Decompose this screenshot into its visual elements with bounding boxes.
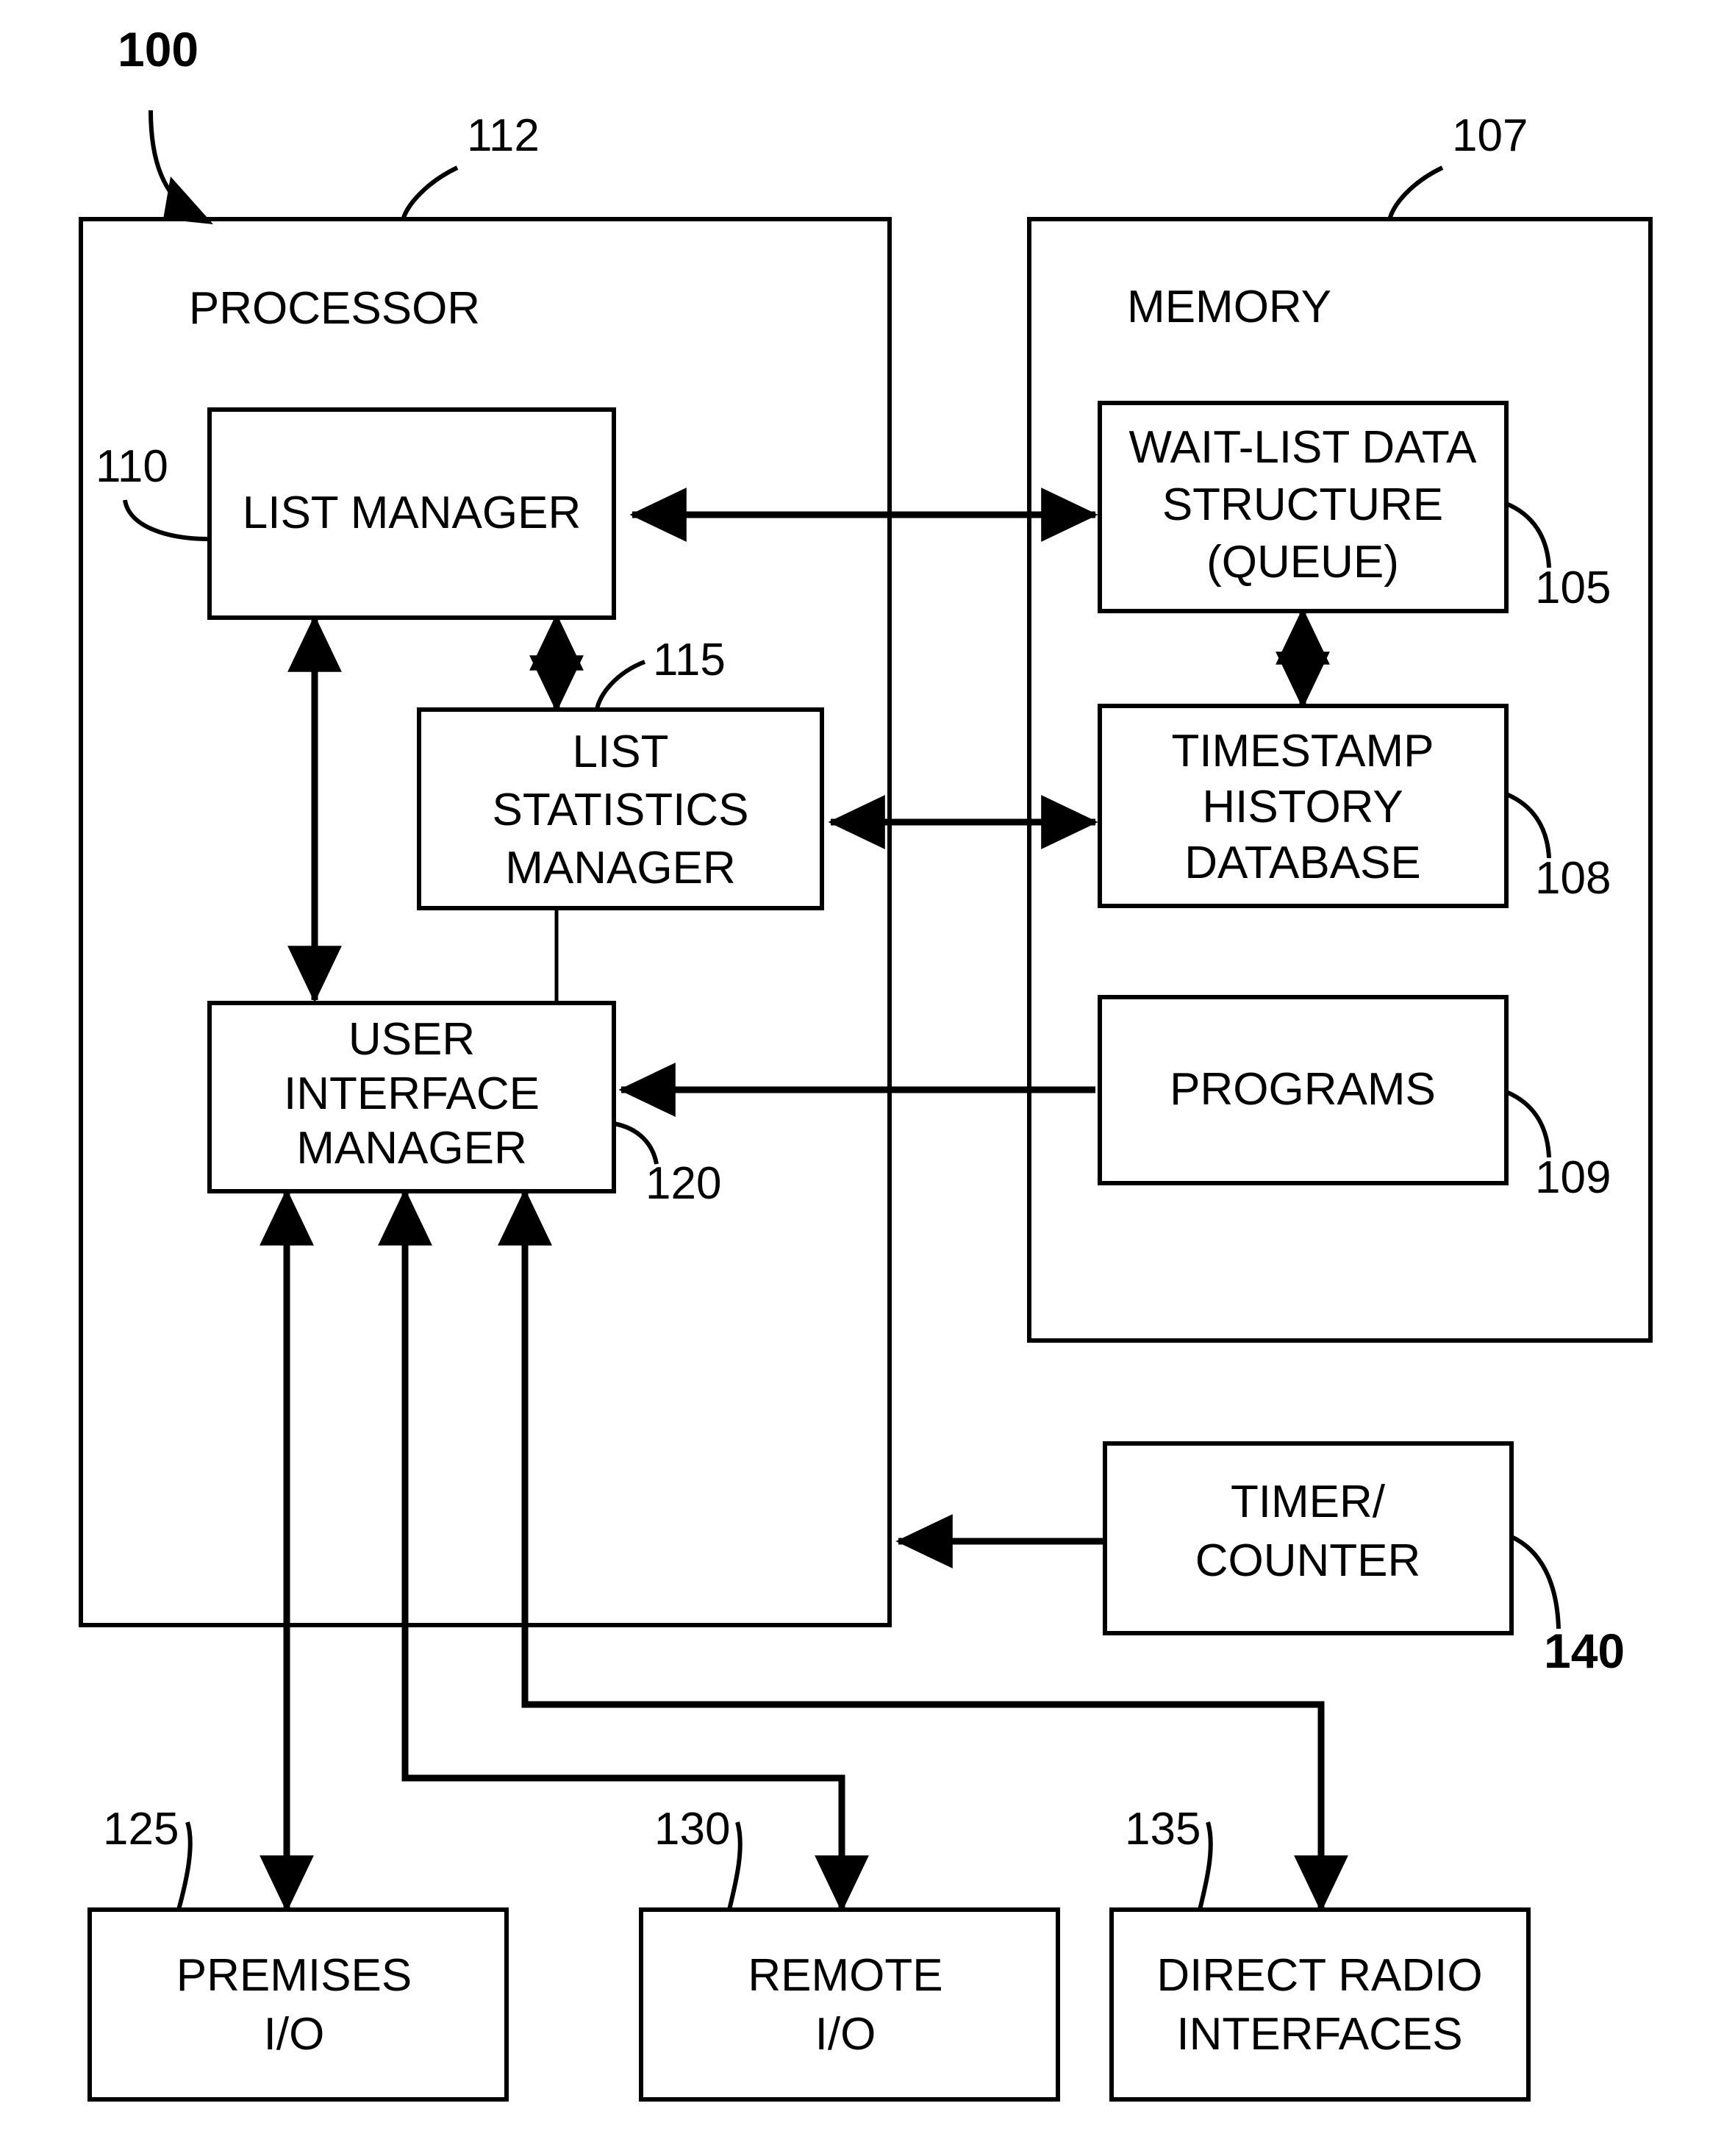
reference-115-leader bbox=[595, 660, 646, 710]
reference-105: 105 bbox=[1505, 501, 1611, 613]
block-list-manager: LIST MANAGER bbox=[207, 407, 616, 620]
list-statistics-manager-label-line1: LIST bbox=[573, 727, 669, 777]
wait-list-label-line1: WAIT-LIST DATA bbox=[1128, 422, 1477, 473]
reference-105-leader bbox=[1505, 501, 1551, 568]
user-interface-manager-label-line2: INTERFACE bbox=[284, 1068, 540, 1119]
list-statistics-manager-label-line3: MANAGER bbox=[505, 843, 735, 893]
reference-112-label: 112 bbox=[467, 110, 540, 161]
list-manager-label: LIST MANAGER bbox=[243, 488, 582, 538]
direct-radio-label-line2: INTERFACES bbox=[1176, 2009, 1462, 2060]
reference-125-label: 125 bbox=[103, 1804, 179, 1855]
reference-130: 130 bbox=[654, 1804, 743, 1910]
processor-label: PROCESSOR bbox=[189, 283, 480, 334]
wait-list-label-line2: STRUCTURE bbox=[1162, 479, 1443, 530]
reference-125: 125 bbox=[103, 1804, 193, 1910]
reference-105-label: 105 bbox=[1535, 563, 1611, 613]
premises-io-label-line1: PREMISES bbox=[176, 1950, 412, 2001]
list-statistics-manager-label-line2: STATISTICS bbox=[492, 785, 748, 835]
reference-112: 112 bbox=[401, 110, 540, 221]
reference-125-leader bbox=[176, 1821, 193, 1910]
premises-io-label-line2: I/O bbox=[264, 2009, 325, 2060]
timestamp-db-label-line2: HISTORY bbox=[1202, 782, 1403, 832]
reference-120: 120 bbox=[613, 1121, 721, 1209]
direct-radio-interfaces-box bbox=[1109, 1907, 1531, 2102]
reference-110: 110 bbox=[96, 441, 210, 541]
reference-108-label: 108 bbox=[1535, 853, 1611, 904]
reference-140-leader bbox=[1510, 1535, 1561, 1630]
reference-140-label: 140 bbox=[1544, 1624, 1625, 1678]
remote-io-box bbox=[639, 1907, 1060, 2102]
remote-io-label-line2: I/O bbox=[815, 2009, 876, 2060]
reference-115-label: 115 bbox=[653, 635, 726, 685]
reference-100-label: 100 bbox=[118, 22, 198, 76]
reference-135: 135 bbox=[1125, 1804, 1213, 1910]
reference-112-leader bbox=[401, 165, 459, 221]
reference-120-label: 120 bbox=[645, 1158, 721, 1209]
programs-label: PROGRAMS bbox=[1170, 1064, 1436, 1115]
premises-io-box bbox=[87, 1907, 509, 2102]
reference-130-label: 130 bbox=[654, 1804, 730, 1855]
block-premises-io: PREMISES I/O bbox=[87, 1907, 509, 2102]
reference-108: 108 bbox=[1505, 792, 1611, 904]
reference-110-label: 110 bbox=[96, 441, 168, 492]
patent-figure: PROCESSOR MEMORY LIST MANAGER LIST STATI… bbox=[0, 0, 1710, 2156]
reference-130-leader bbox=[727, 1821, 743, 1910]
reference-107-label: 107 bbox=[1452, 110, 1528, 161]
block-wait-list-data-structure: WAIT-LIST DATA STRUCTURE (QUEUE) bbox=[1098, 401, 1509, 613]
reference-140: 140 bbox=[1510, 1535, 1625, 1678]
direct-radio-label-line1: DIRECT RADIO bbox=[1156, 1950, 1482, 2001]
timer-counter-label-line1: TIMER/ bbox=[1231, 1477, 1386, 1527]
reference-100-arrowhead bbox=[163, 176, 213, 224]
reference-109: 109 bbox=[1505, 1090, 1611, 1203]
connector-uim-remote-io bbox=[378, 1188, 869, 1913]
reference-109-leader bbox=[1505, 1090, 1551, 1158]
block-user-interface-manager: USER INTERFACE MANAGER bbox=[207, 1001, 616, 1193]
block-diagram-canvas: PROCESSOR MEMORY LIST MANAGER LIST STATI… bbox=[79, 22, 1653, 2102]
block-timer-counter: TIMER/ COUNTER bbox=[1103, 1441, 1514, 1635]
reference-109-label: 109 bbox=[1535, 1152, 1611, 1203]
reference-115: 115 bbox=[595, 635, 726, 710]
memory-label: MEMORY bbox=[1127, 282, 1331, 332]
reference-100: 100 bbox=[118, 22, 213, 224]
block-timestamp-history-database: TIMESTAMP HISTORY DATABASE bbox=[1098, 704, 1509, 908]
remote-io-label-line1: REMOTE bbox=[748, 1950, 942, 2001]
block-programs: PROGRAMS bbox=[1098, 995, 1509, 1185]
user-interface-manager-label-line1: USER bbox=[348, 1014, 475, 1065]
reference-110-leader bbox=[123, 499, 210, 541]
wait-list-label-line3: (QUEUE) bbox=[1206, 537, 1399, 588]
reference-107-leader bbox=[1387, 165, 1444, 221]
reference-135-label: 135 bbox=[1125, 1804, 1201, 1855]
block-list-statistics-manager: LIST STATISTICS MANAGER bbox=[417, 707, 824, 910]
block-direct-radio-interfaces: DIRECT RADIO INTERFACES bbox=[1109, 1907, 1531, 2102]
timer-counter-label-line2: COUNTER bbox=[1195, 1535, 1421, 1586]
reference-108-leader bbox=[1505, 792, 1551, 859]
timestamp-db-label-line3: DATABASE bbox=[1184, 838, 1421, 888]
reference-135-leader bbox=[1198, 1821, 1213, 1910]
reference-107: 107 bbox=[1387, 110, 1528, 221]
block-remote-io: REMOTE I/O bbox=[639, 1907, 1060, 2102]
timestamp-db-label-line1: TIMESTAMP bbox=[1171, 726, 1434, 777]
user-interface-manager-label-line3: MANAGER bbox=[296, 1123, 526, 1174]
